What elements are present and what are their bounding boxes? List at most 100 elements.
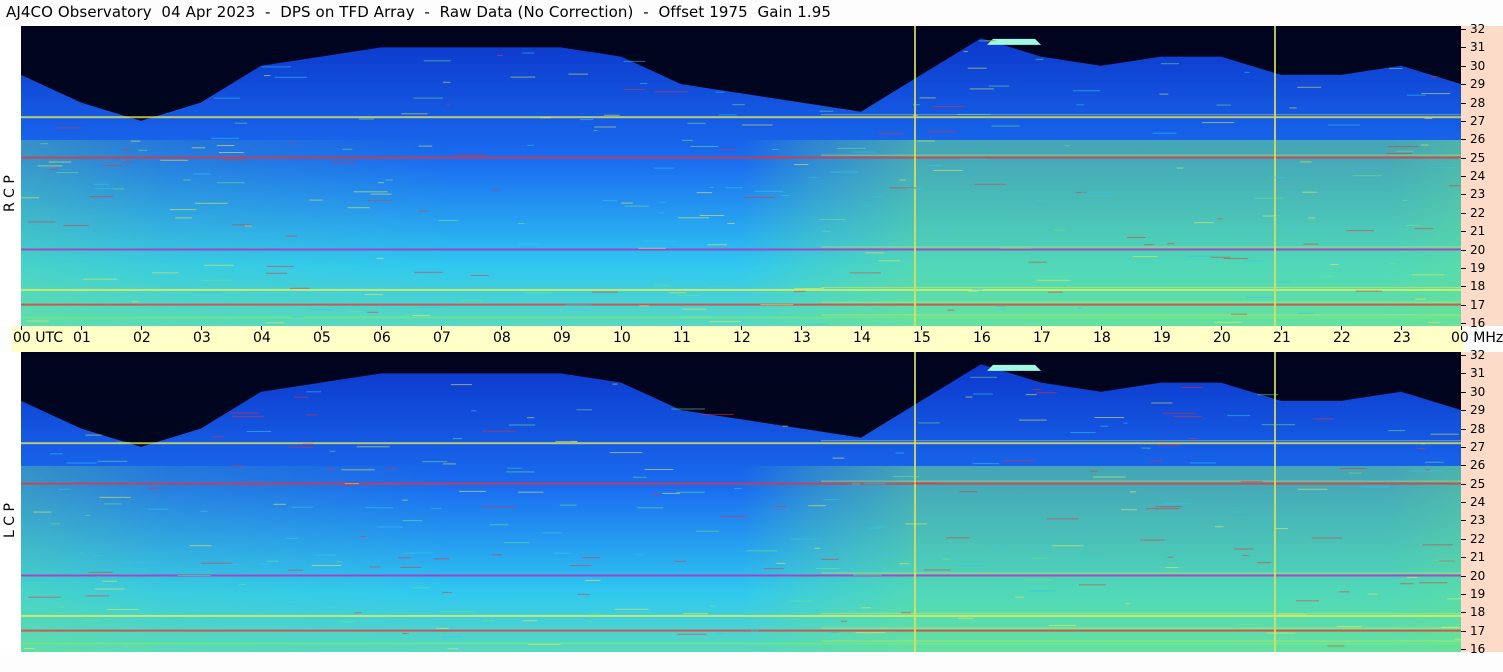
noise-streak xyxy=(1297,86,1322,88)
noise-streak xyxy=(877,526,887,528)
noise-streak xyxy=(1188,438,1197,440)
noise-streak xyxy=(1165,567,1179,569)
noise-streak xyxy=(973,393,993,395)
noise-streak xyxy=(942,558,950,560)
noise-streak xyxy=(175,217,192,219)
lcp-frequency-axis: 32 31 30 29 28 27 26 25 24 23 22 21 20 19 18 17 16 xyxy=(1461,349,1503,655)
noise-streak xyxy=(370,566,381,568)
noise-streak xyxy=(446,104,451,106)
noise-streak xyxy=(1125,603,1130,605)
noise-streak xyxy=(653,167,675,169)
noise-streak xyxy=(402,499,408,501)
noise-streak xyxy=(1144,244,1155,246)
noise-streak xyxy=(1202,122,1235,124)
frequency-tick xyxy=(1461,194,1466,196)
rcp-frequency-label: 30 xyxy=(1470,58,1486,73)
rcp-frequency-label: 31 xyxy=(1470,40,1486,55)
noise-streak xyxy=(1214,526,1224,528)
noise-streak xyxy=(1313,418,1334,420)
noise-streak xyxy=(1244,71,1250,73)
noise-streak xyxy=(741,124,773,126)
noise-streak xyxy=(709,283,731,285)
noise-streak xyxy=(470,275,489,276)
noise-streak xyxy=(450,384,472,386)
noise-streak xyxy=(204,264,234,266)
noise-streak xyxy=(640,82,648,84)
rcp-frequency-label: 25 xyxy=(1470,150,1486,165)
noise-streak xyxy=(194,202,228,204)
time-label: 12 xyxy=(733,330,751,346)
noise-streak xyxy=(593,130,598,131)
noise-streak xyxy=(489,524,509,526)
noise-streak xyxy=(266,322,284,324)
noise-streak xyxy=(676,491,705,493)
interference-band xyxy=(21,629,1461,632)
frequency-tick xyxy=(1461,483,1466,485)
noise-streak xyxy=(1150,460,1163,462)
noise-streak xyxy=(853,574,882,576)
noise-streak xyxy=(1237,624,1262,626)
noise-streak xyxy=(737,256,766,258)
rcp-frequency-label: 20 xyxy=(1470,242,1486,257)
noise-streak xyxy=(510,76,536,78)
noise-streak xyxy=(441,636,463,638)
lcp-frequency-label: 31 xyxy=(1470,366,1486,381)
interference-band xyxy=(821,627,1461,629)
noise-streak xyxy=(1151,402,1173,404)
noise-streak xyxy=(63,225,89,226)
time-label: 01 xyxy=(73,330,91,346)
rcp-label-strip: R C P xyxy=(0,26,21,326)
frequency-tick xyxy=(1461,323,1466,324)
noise-streak xyxy=(1441,626,1459,628)
noise-streak xyxy=(58,488,71,490)
noise-streak xyxy=(460,300,483,302)
noise-streak xyxy=(1126,237,1146,238)
noise-streak xyxy=(869,196,883,198)
frequency-tick xyxy=(1461,212,1466,214)
noise-streak xyxy=(193,173,211,175)
noise-streak xyxy=(405,313,410,315)
noise-streak xyxy=(193,291,222,293)
noise-streak xyxy=(1002,460,1035,462)
noise-streak xyxy=(1387,146,1419,148)
noise-streak xyxy=(401,113,428,115)
noise-streak xyxy=(1160,63,1179,65)
noise-streak xyxy=(1027,590,1056,592)
noise-streak xyxy=(758,156,789,158)
noise-streak xyxy=(1298,488,1328,490)
noise-streak xyxy=(849,272,881,274)
interference-band xyxy=(21,482,1461,485)
rcp-frequency-label: 16 xyxy=(1470,316,1486,330)
noise-streak xyxy=(1070,432,1096,434)
noise-streak xyxy=(588,614,599,616)
noise-streak xyxy=(718,114,737,116)
noise-streak xyxy=(1076,104,1085,106)
noise-streak xyxy=(447,648,458,650)
noise-streak xyxy=(370,193,392,195)
frequency-tick xyxy=(1461,557,1466,559)
noise-streak xyxy=(1216,104,1231,106)
frequency-tick xyxy=(1461,410,1466,412)
noise-streak xyxy=(148,487,161,489)
noise-streak xyxy=(819,110,834,112)
noise-streak xyxy=(861,607,871,609)
noise-streak xyxy=(322,602,342,604)
time-label: 22 xyxy=(1333,330,1351,346)
noise-streak xyxy=(1044,238,1050,240)
interference-band xyxy=(821,640,1461,642)
noise-streak xyxy=(568,73,588,75)
interference-band xyxy=(821,314,1461,316)
noise-streak xyxy=(913,104,920,106)
noise-streak xyxy=(671,261,686,263)
noise-streak xyxy=(1367,593,1379,595)
noise-streak xyxy=(709,187,714,188)
noise-streak xyxy=(267,265,294,267)
noise-streak xyxy=(1327,645,1345,647)
noise-streak xyxy=(1048,291,1063,293)
rcp-frequency-label: 22 xyxy=(1470,205,1486,220)
noise-streak xyxy=(587,621,593,623)
noise-streak xyxy=(1217,218,1223,220)
noise-streak xyxy=(1189,462,1216,464)
noise-streak xyxy=(481,506,516,508)
noise-streak xyxy=(213,97,240,99)
